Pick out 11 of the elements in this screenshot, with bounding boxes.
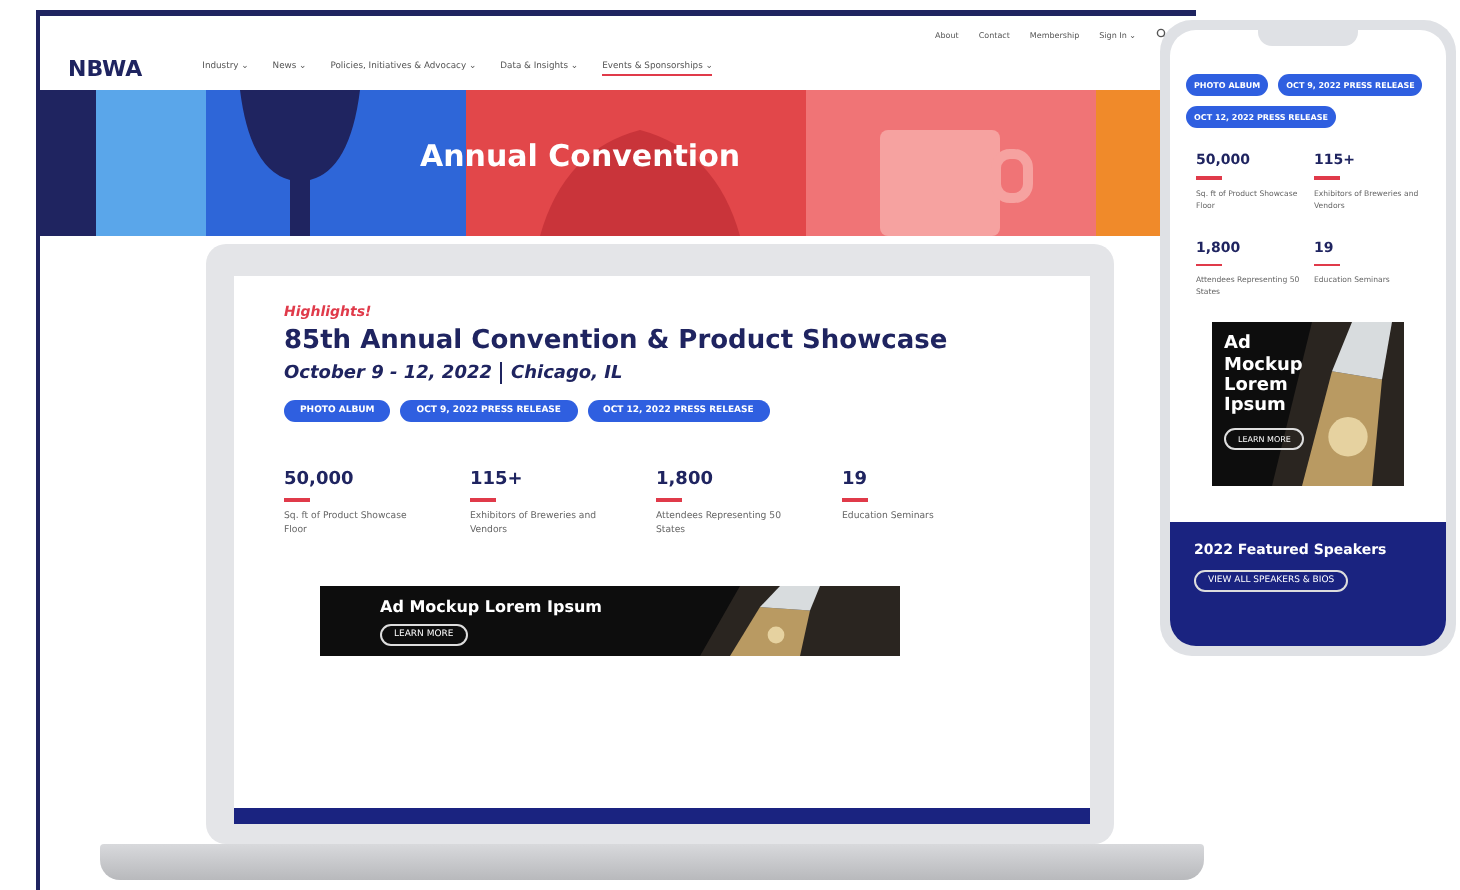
page-title: 85th Annual Convention & Product Showcase xyxy=(284,326,950,356)
ad-title: Ad Mockup Lorem Ipsum xyxy=(1224,334,1305,418)
phone-notch xyxy=(1258,30,1358,46)
stat-value: 50,000 xyxy=(284,470,356,490)
ad-title: Ad Mockup Lorem Ipsum xyxy=(380,597,605,616)
logo[interactable]: NBWA xyxy=(68,55,143,81)
stat-value: 115+ xyxy=(470,470,525,490)
stat-value: 19 xyxy=(842,470,870,490)
event-location: Chicago, IL xyxy=(510,363,623,383)
event-date: October 9 - 12, 2022 xyxy=(284,363,492,383)
stat-value: 1,800 xyxy=(656,470,715,490)
